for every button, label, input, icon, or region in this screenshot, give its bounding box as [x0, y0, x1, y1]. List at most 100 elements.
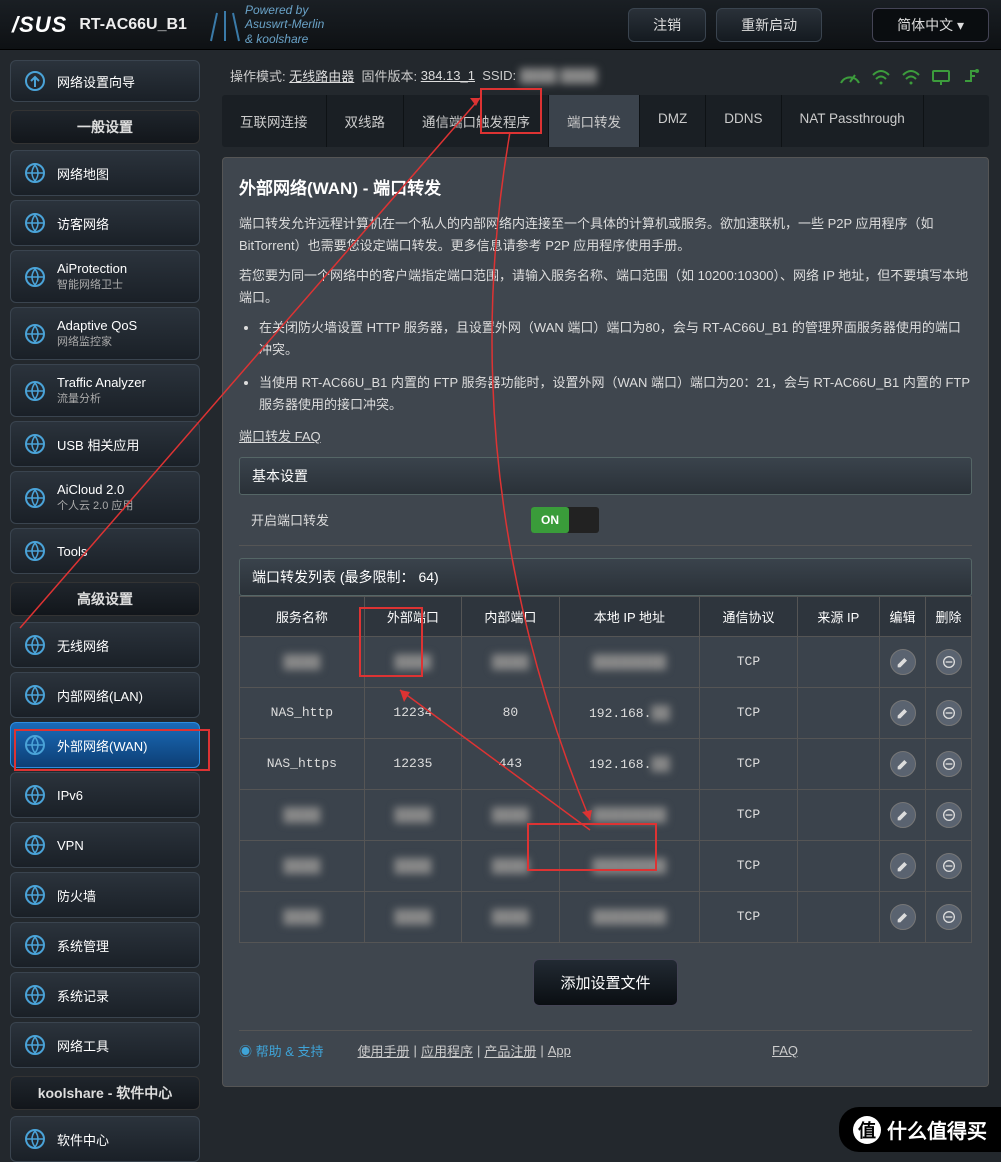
language-selector[interactable]: 简体中文 ▾: [872, 8, 989, 42]
table-row: ████████████████████TCP: [240, 789, 972, 840]
firmware-link[interactable]: 384.13_1: [421, 68, 475, 83]
basic-settings-header: 基本设置: [239, 457, 972, 495]
item-icon: [23, 733, 47, 757]
logout-button[interactable]: 注销: [628, 8, 706, 42]
enable-toggle[interactable]: ON: [531, 507, 599, 533]
sidebar-item-traffic-analyzer[interactable]: Traffic Analyzer流量分析: [10, 364, 200, 417]
sidebar-item--[interactable]: 无线网络: [10, 622, 200, 668]
add-profile-button[interactable]: 添加设置文件: [533, 959, 677, 1006]
shield-icon: [23, 265, 47, 289]
sidebar-item--[interactable]: 系统管理: [10, 922, 200, 968]
item-icon: [23, 983, 47, 1007]
sidebar-item-adaptive-qos[interactable]: Adaptive QoS网络监控家: [10, 307, 200, 360]
chevron-down-icon: ▾: [957, 17, 964, 33]
op-mode-link[interactable]: 无线路由器: [289, 66, 354, 85]
lan-status-icon[interactable]: [931, 67, 951, 85]
item-icon: [23, 933, 47, 957]
sidebar-item-aicloud-2-0[interactable]: AiCloud 2.0个人云 2.0 应用: [10, 471, 200, 524]
sidebar-item--[interactable]: 网络工具: [10, 1022, 200, 1068]
faq-link[interactable]: 端口转发 FAQ: [239, 429, 321, 444]
item-icon: [23, 1033, 47, 1057]
note-2: 当使用 RT-AC66U_B1 内置的 FTP 服务器功能时，设置外网（WAN …: [259, 372, 972, 416]
reg-link[interactable]: 产品注册: [484, 1041, 536, 1060]
note-1: 在关闭防火墙设置 HTTP 服务器，且设置外网（WAN 端口）端口为80，会与 …: [259, 317, 972, 361]
tab-5[interactable]: DDNS: [706, 95, 781, 147]
tab-4[interactable]: DMZ: [640, 95, 706, 147]
speed-icon[interactable]: [839, 67, 861, 85]
sidebar-item--[interactable]: 访客网络: [10, 200, 200, 246]
sidebar-item--[interactable]: 防火墙: [10, 872, 200, 918]
brand-logo: /SUS: [12, 12, 67, 38]
delete-button[interactable]: [936, 700, 962, 726]
edit-button[interactable]: [890, 700, 916, 726]
col-6: 编辑: [880, 596, 926, 636]
tab-0[interactable]: 互联网连接: [222, 95, 327, 147]
col-0: 服务名称: [240, 596, 365, 636]
table-row: NAS_http1223480192.168.██TCP: [240, 687, 972, 738]
edit-button[interactable]: [890, 649, 916, 675]
delete-icon: [941, 654, 957, 670]
nav-wizard[interactable]: 网络设置向导: [10, 60, 200, 102]
edit-icon: [895, 756, 911, 772]
delete-button[interactable]: [936, 904, 962, 930]
tab-6[interactable]: NAT Passthrough: [782, 95, 924, 147]
item-icon: [23, 683, 47, 707]
edit-button[interactable]: [890, 802, 916, 828]
delete-icon: [941, 807, 957, 823]
infobar: 操作模式: 无线路由器 固件版本: 384.13_1 SSID: ████ ██…: [222, 62, 989, 95]
tagline: Powered by Asuswrt-Merlin & koolshare: [245, 3, 324, 46]
col-1: 外部端口: [364, 596, 461, 636]
section-advanced: 高级设置: [10, 582, 200, 616]
sidebar-item-ipv6[interactable]: IPv6: [10, 772, 200, 818]
sidebar-item-usb-[interactable]: USB 相关应用: [10, 421, 200, 467]
sidebar-item-vpn[interactable]: VPN: [10, 822, 200, 868]
sidebar-item-aiprotection[interactable]: AiProtection智能网络卫士: [10, 250, 200, 303]
delete-icon: [941, 756, 957, 772]
traffic-icon: [23, 379, 47, 403]
sidebar-item--wan-[interactable]: 外部网络(WAN): [10, 722, 200, 768]
item-icon: [23, 833, 47, 857]
item-icon: [23, 783, 47, 807]
watermark: 值什么值得买: [839, 1107, 1001, 1152]
intro-2: 若您要为同一个网络中的客户端指定端口范围，请输入服务名称、端口范围（如 1020…: [239, 265, 972, 309]
edit-button[interactable]: [890, 853, 916, 879]
edit-button[interactable]: [890, 904, 916, 930]
reboot-button[interactable]: 重新启动: [716, 8, 822, 42]
tab-1[interactable]: 双线路: [327, 95, 405, 147]
tools-icon: [23, 539, 47, 563]
delete-icon: [941, 909, 957, 925]
delete-button[interactable]: [936, 751, 962, 777]
sidebar-item--[interactable]: 软件中心: [10, 1116, 200, 1162]
col-5: 来源 IP: [797, 596, 879, 636]
item-icon: [23, 883, 47, 907]
tab-2[interactable]: 通信端口触发程序: [404, 95, 549, 147]
sidebar-item--lan-[interactable]: 内部网络(LAN): [10, 672, 200, 718]
usb-icon[interactable]: [961, 67, 981, 85]
ssid-value: ████ ████: [520, 68, 597, 83]
sidebar-item--[interactable]: 系统记录: [10, 972, 200, 1018]
port-forward-table: 服务名称外部端口内部端口本地 IP 地址通信协议来源 IP编辑删除 ██████…: [239, 596, 972, 943]
faq-footer-link[interactable]: FAQ: [772, 1043, 798, 1058]
app-link[interactable]: 应用程序: [421, 1041, 473, 1060]
qos-icon: [23, 322, 47, 346]
list-header: 端口转发列表 (最多限制： 64): [239, 558, 972, 596]
tab-3[interactable]: 端口转发: [549, 95, 640, 147]
sidebar-item-tools[interactable]: Tools: [10, 528, 200, 574]
model-name: RT-AC66U_B1: [79, 16, 187, 34]
delete-button[interactable]: [936, 649, 962, 675]
delete-button[interactable]: [936, 802, 962, 828]
edit-icon: [895, 705, 911, 721]
sidebar-item--[interactable]: 网络地图: [10, 150, 200, 196]
help-link[interactable]: ◉ 帮助 & 支持: [239, 1041, 324, 1060]
wifi-icon[interactable]: [871, 67, 891, 85]
wifi-5g-icon[interactable]: [901, 67, 921, 85]
guest-icon: [23, 211, 47, 235]
manual-link[interactable]: 使用手册: [358, 1041, 410, 1060]
edit-icon: [895, 909, 911, 925]
table-row: NAS_https12235443192.168.██TCP: [240, 738, 972, 789]
intro-1: 端口转发允许远程计算机在一个私人的内部网络内连接至一个具体的计算机或服务。欲加速…: [239, 213, 972, 257]
appstore-link[interactable]: App: [548, 1043, 571, 1058]
edit-button[interactable]: [890, 751, 916, 777]
globe-icon: [23, 161, 47, 185]
delete-button[interactable]: [936, 853, 962, 879]
